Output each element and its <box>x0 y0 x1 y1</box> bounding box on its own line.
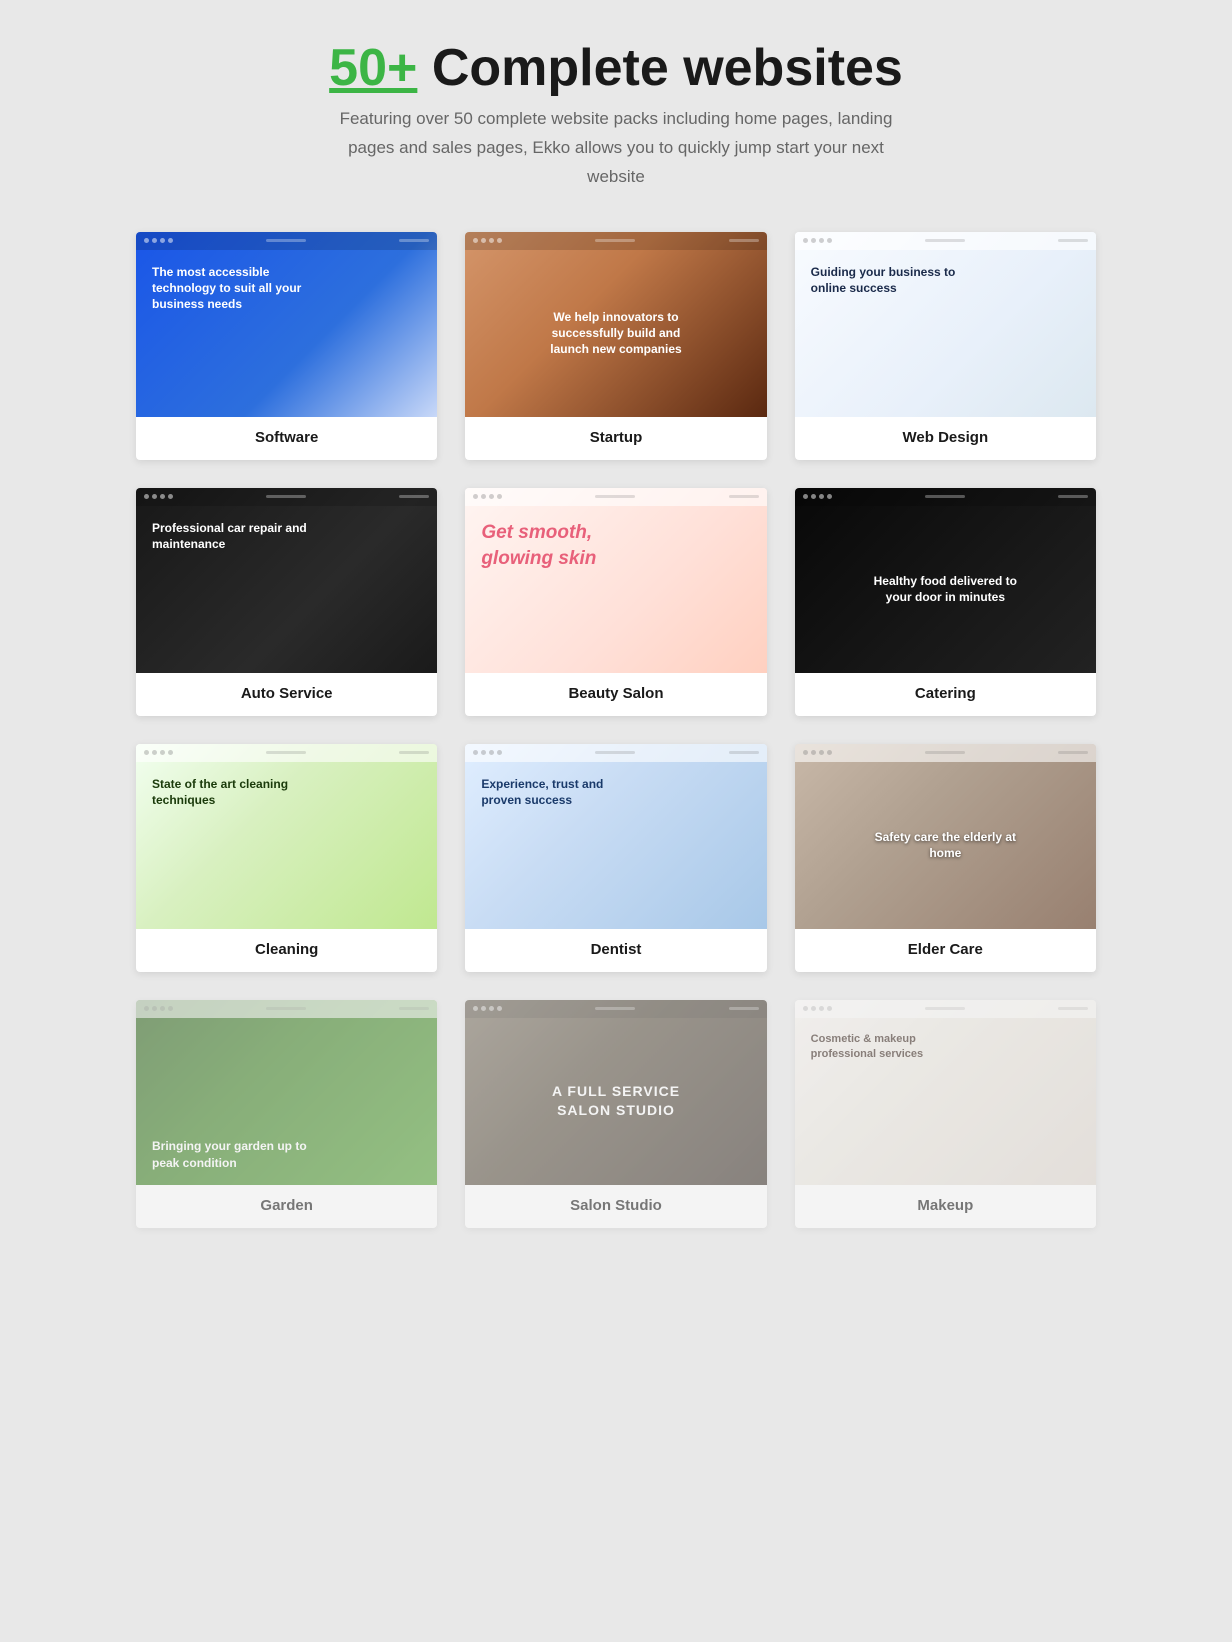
card-image-dentist: Experience, trust and proven success <box>465 744 766 929</box>
mock-text-cleaning: State of the art cleaning techniques <box>152 776 312 808</box>
mock-text-webdesign: Guiding your business to online success <box>811 264 971 296</box>
mock-navbar <box>136 488 437 506</box>
card-catering[interactable]: Healthy food delivered to your door in m… <box>795 488 1096 716</box>
card-label-dentist: Dentist <box>465 929 766 972</box>
mock-navbar <box>465 488 766 506</box>
card-label-webdesign: Web Design <box>795 417 1096 460</box>
card-image-garden: Bringing your garden up to peak conditio… <box>136 1000 437 1185</box>
mock-navbar <box>795 1000 1096 1018</box>
card-label-startup: Startup <box>465 417 766 460</box>
header: 50+ Complete websites Featuring over 50 … <box>136 40 1096 192</box>
main-heading: 50+ Complete websites <box>136 40 1096 97</box>
mock-navbar <box>465 1000 766 1018</box>
card-label-cleaning: Cleaning <box>136 929 437 972</box>
mock-navbar <box>795 488 1096 506</box>
mock-navbar <box>465 232 766 250</box>
mock-navbar <box>795 232 1096 250</box>
website-grid: The most accessible technology to suit a… <box>136 232 1096 1228</box>
mock-text-makeup: Cosmetic & makeup professional services <box>811 1032 971 1062</box>
card-label-software: Software <box>136 417 437 460</box>
mock-navbar <box>465 744 766 762</box>
card-webdesign[interactable]: Guiding your business to online success W… <box>795 232 1096 460</box>
heading-text: Complete websites <box>417 39 902 97</box>
card-dentist[interactable]: Experience, trust and proven success Dent… <box>465 744 766 972</box>
mock-text-auto: Professional car repair and maintenance <box>152 520 312 552</box>
card-label-garden: Garden <box>136 1185 437 1228</box>
mock-text-catering: Healthy food delivered to your door in m… <box>865 573 1025 605</box>
mock-text-salon: A FULL SERVICE SALON STUDIO <box>536 1082 696 1120</box>
card-label-beauty: Beauty Salon <box>465 673 766 716</box>
card-image-auto: Professional car repair and maintenance <box>136 488 437 673</box>
page-wrapper: 50+ Complete websites Featuring over 50 … <box>136 40 1096 1228</box>
mock-navbar <box>136 1000 437 1018</box>
card-software[interactable]: The most accessible technology to suit a… <box>136 232 437 460</box>
card-cleaning[interactable]: State of the art cleaning techniques Clea… <box>136 744 437 972</box>
card-auto[interactable]: Professional car repair and maintenance A… <box>136 488 437 716</box>
card-makeup[interactable]: Cosmetic & makeup professional services M… <box>795 1000 1096 1228</box>
card-label-auto: Auto Service <box>136 673 437 716</box>
mock-text-dentist: Experience, trust and proven success <box>481 776 641 808</box>
mock-text-software: The most accessible technology to suit a… <box>152 264 312 313</box>
card-beauty[interactable]: Get smooth, glowing skin Beauty Salon <box>465 488 766 716</box>
mock-text-startup: We help innovators to successfully build… <box>536 309 696 358</box>
card-image-software: The most accessible technology to suit a… <box>136 232 437 417</box>
mock-text-beauty: Get smooth, glowing skin <box>481 520 641 571</box>
card-image-catering: Healthy food delivered to your door in m… <box>795 488 1096 673</box>
mock-text-eldercare: Safety care the elderly at home <box>865 829 1025 861</box>
header-description: Featuring over 50 complete website packs… <box>336 105 896 192</box>
mock-text-garden: Bringing your garden up to peak conditio… <box>152 1138 312 1170</box>
card-image-startup: We help innovators to successfully build… <box>465 232 766 417</box>
card-garden[interactable]: Bringing your garden up to peak conditio… <box>136 1000 437 1228</box>
card-image-makeup: Cosmetic & makeup professional services <box>795 1000 1096 1185</box>
card-label-makeup: Makeup <box>795 1185 1096 1228</box>
card-eldercare[interactable]: Safety care the elderly at home Elder Car… <box>795 744 1096 972</box>
mock-navbar <box>136 744 437 762</box>
card-label-salon: Salon Studio <box>465 1185 766 1228</box>
card-salon[interactable]: A FULL SERVICE SALON STUDIO Salon Studio <box>465 1000 766 1228</box>
card-image-beauty: Get smooth, glowing skin <box>465 488 766 673</box>
mock-navbar <box>795 744 1096 762</box>
card-label-eldercare: Elder Care <box>795 929 1096 972</box>
card-image-cleaning: State of the art cleaning techniques <box>136 744 437 929</box>
mock-navbar <box>136 232 437 250</box>
card-image-eldercare: Safety care the elderly at home <box>795 744 1096 929</box>
card-image-salon: A FULL SERVICE SALON STUDIO <box>465 1000 766 1185</box>
accent-number: 50+ <box>329 39 417 97</box>
card-startup[interactable]: We help innovators to successfully build… <box>465 232 766 460</box>
card-label-catering: Catering <box>795 673 1096 716</box>
card-image-webdesign: Guiding your business to online success <box>795 232 1096 417</box>
